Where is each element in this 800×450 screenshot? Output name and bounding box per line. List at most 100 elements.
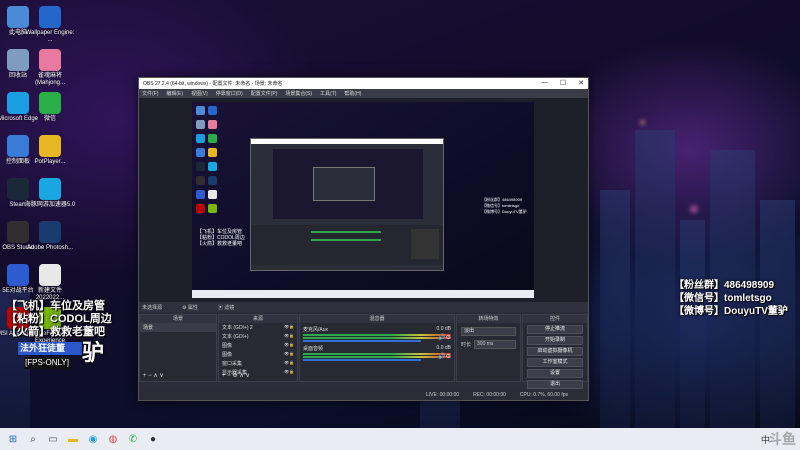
- sources-footer[interactable]: + − ⚙ ∧ ∨: [222, 372, 250, 379]
- channel-name: 桌面音频: [303, 346, 324, 352]
- desktop-icon[interactable]: 雀魂麻将 (Mahjong...: [24, 49, 76, 87]
- source-item-label: 文本 (GDI+) 2: [222, 325, 253, 331]
- obs-icon[interactable]: ●: [146, 432, 160, 446]
- live-status: LIVE: 00:00:00: [426, 392, 460, 398]
- control-button[interactable]: 设置: [527, 369, 583, 378]
- nested-computer-icon: [196, 106, 205, 115]
- visibility-lock-icon[interactable]: 👁🔒: [284, 342, 294, 349]
- douyu-watermark: 斗鱼: [768, 431, 796, 447]
- channel-name: 麦克风/Aux: [303, 327, 329, 333]
- volume-slider[interactable]: [303, 359, 421, 361]
- menu-item[interactable]: 视图(V): [191, 90, 208, 97]
- scenes-header: 场景: [140, 315, 216, 323]
- nested-recycle-bin-icon: [196, 120, 205, 129]
- file-explorer-icon[interactable]: ▬: [66, 432, 80, 446]
- desktop: 此电脑 Wallpaper Engine: ... 回收站 雀魂麻将 (Mahjong…: [0, 0, 800, 450]
- visibility-lock-icon[interactable]: 👁🔒: [284, 369, 294, 376]
- mahjong-soul-icon: [39, 49, 61, 71]
- scenes-footer[interactable]: + − ∧ ∨: [143, 372, 164, 379]
- duration-input[interactable]: 300 ms: [474, 340, 516, 349]
- filters-button[interactable]: ▣ 滤镜: [218, 304, 234, 311]
- nested-5e-platform-icon: [196, 190, 205, 199]
- desktop-icon[interactable]: 海豚网游加速器5.0: [24, 178, 76, 209]
- control-button[interactable]: 停止推流: [527, 325, 583, 334]
- control-button[interactable]: 工作室模式: [527, 358, 583, 367]
- close-icon[interactable]: ✕: [578, 79, 584, 87]
- volume-slider[interactable]: [303, 340, 421, 342]
- volume-meter: [303, 337, 451, 339]
- channel-db: 0.0 dB: [436, 326, 451, 332]
- transition-select[interactable]: 淡出: [461, 327, 516, 336]
- streamer-tag: [FPS-ONLY]: [24, 357, 70, 369]
- nested-edge-icon: [196, 134, 205, 143]
- desktop-icon[interactable]: PotPlayer...: [24, 135, 76, 166]
- visibility-lock-icon[interactable]: 👁🔒: [284, 324, 294, 331]
- wallpaper-engine-icon: [39, 6, 61, 28]
- channel-db: 0.0 dB: [436, 345, 451, 351]
- edge-icon[interactable]: ◉: [86, 432, 100, 446]
- menu-item[interactable]: 编辑(E): [166, 90, 183, 97]
- source-item-label: 图像: [222, 343, 233, 349]
- source-item-label: 窗口采集: [222, 361, 243, 367]
- search-icon[interactable]: ⌕: [26, 432, 40, 446]
- chrome-icon[interactable]: ◍: [106, 432, 120, 446]
- obs-preview[interactable]: 【粉丝群】486498909 【微信号】tomletsgo 【微博号】Douyu…: [139, 98, 588, 302]
- nested-accelerator-icon: [208, 162, 217, 171]
- nested-potplayer-icon: [208, 148, 217, 157]
- nested-steam-icon: [196, 162, 205, 171]
- properties-button[interactable]: ⚙ 属性: [182, 304, 198, 311]
- visibility-lock-icon[interactable]: 👁🔒: [284, 360, 294, 367]
- brush-character: 驴: [82, 340, 105, 366]
- speaker-gear-icon[interactable]: 🔊⚙: [438, 353, 451, 360]
- nested-obs-window: [250, 138, 444, 271]
- mixer-dock: 混音器 麦克风/Aux 0.0 dB 🔊⚙ 桌面音频 0.0 dB 🔊⚙: [299, 314, 455, 382]
- overlay-right-line3: 【微博号】DouyuTV董驴: [674, 306, 788, 317]
- nested-wallpaper-engine-icon: [208, 106, 217, 115]
- source-item[interactable]: 窗口采集 👁🔒: [219, 359, 297, 368]
- controls-dock: 控件 停止推流 开始录制 启动虚拟摄像机 工作室模式 设置 退出: [522, 314, 588, 389]
- control-button[interactable]: 开始录制: [527, 336, 583, 345]
- desktop-icon-label: 雀魂麻将 (Mahjong...: [34, 73, 65, 86]
- accelerator-icon: [39, 178, 61, 200]
- obs-window[interactable]: OBS 27.2.4 (64-bit, windows) - 配置文件: 未命名…: [138, 77, 589, 401]
- desktop-icon-label: PotPlayer...: [34, 159, 66, 165]
- mixer-header: 混音器: [300, 315, 454, 323]
- menu-item[interactable]: 停靠窗口(D): [216, 90, 243, 97]
- wechat-icon: [39, 92, 61, 114]
- nested-mahjong-soul-icon: [208, 120, 217, 129]
- rec-status: REC: 00:00:00: [473, 392, 506, 398]
- task-view-icon[interactable]: ▭: [46, 432, 60, 446]
- maximize-icon[interactable]: ☐: [560, 79, 566, 87]
- desktop-icon[interactable]: 微信: [24, 92, 76, 123]
- nested-overlay-left: 【飞机】车位及房管 【粘粉】CODOL周边 【火箭】救救老董吧: [197, 229, 245, 247]
- photoshop-icon: [39, 221, 61, 243]
- source-item[interactable]: 文本 (GDI+) 2 👁🔒: [219, 323, 297, 332]
- desktop-icon[interactable]: Adobe Photosh...: [24, 221, 76, 252]
- nested-photoshop-icon: [208, 176, 217, 185]
- control-button[interactable]: 启动虚拟摄像机: [527, 347, 583, 356]
- nested-wechat-icon: [208, 134, 217, 143]
- menu-item[interactable]: 工具(T): [320, 90, 336, 97]
- source-item[interactable]: 文本 (GDI+) 👁🔒: [219, 332, 297, 341]
- control-button[interactable]: 退出: [527, 380, 583, 389]
- visibility-lock-icon[interactable]: 👁🔒: [284, 351, 294, 358]
- windows-start-icon[interactable]: ⊞: [6, 432, 20, 446]
- menu-item[interactable]: 场景集合(S): [285, 90, 312, 97]
- source-toolbar: 未选择源 ⚙ 属性 ▣ 滤镜: [139, 302, 588, 312]
- nested-overlay-right: 【粉丝群】486498909 【微信号】tomletsgo 【微博号】Douyu…: [482, 197, 527, 214]
- desktop-icon[interactable]: Wallpaper Engine: ...: [24, 6, 76, 44]
- obs-titlebar[interactable]: OBS 27.2.4 (64-bit, windows) - 配置文件: 未命名…: [139, 78, 588, 89]
- sources-dock: 来源 文本 (GDI+) 2 👁🔒 文本 (GDI+) 👁🔒 图像 👁🔒 图像 👁🔒 窗口采集 👁…: [218, 314, 298, 382]
- wechat-icon[interactable]: ✆: [126, 432, 140, 446]
- source-item[interactable]: 图像 👁🔒: [219, 350, 297, 359]
- mixer-channel: 麦克风/Aux 0.0 dB 🔊⚙: [300, 326, 454, 342]
- menu-item[interactable]: 帮助(H): [344, 90, 361, 97]
- speaker-gear-icon[interactable]: 🔊⚙: [438, 334, 451, 341]
- scene-item[interactable]: 场景: [140, 323, 216, 332]
- menu-item[interactable]: 配置文件(P): [251, 90, 278, 97]
- visibility-lock-icon[interactable]: 👁🔒: [284, 333, 294, 340]
- source-item-label: 文本 (GDI+): [222, 334, 249, 340]
- source-item[interactable]: 图像 👁🔒: [219, 341, 297, 350]
- menu-item[interactable]: 文件(F): [142, 90, 158, 97]
- minimize-icon[interactable]: —: [541, 79, 548, 87]
